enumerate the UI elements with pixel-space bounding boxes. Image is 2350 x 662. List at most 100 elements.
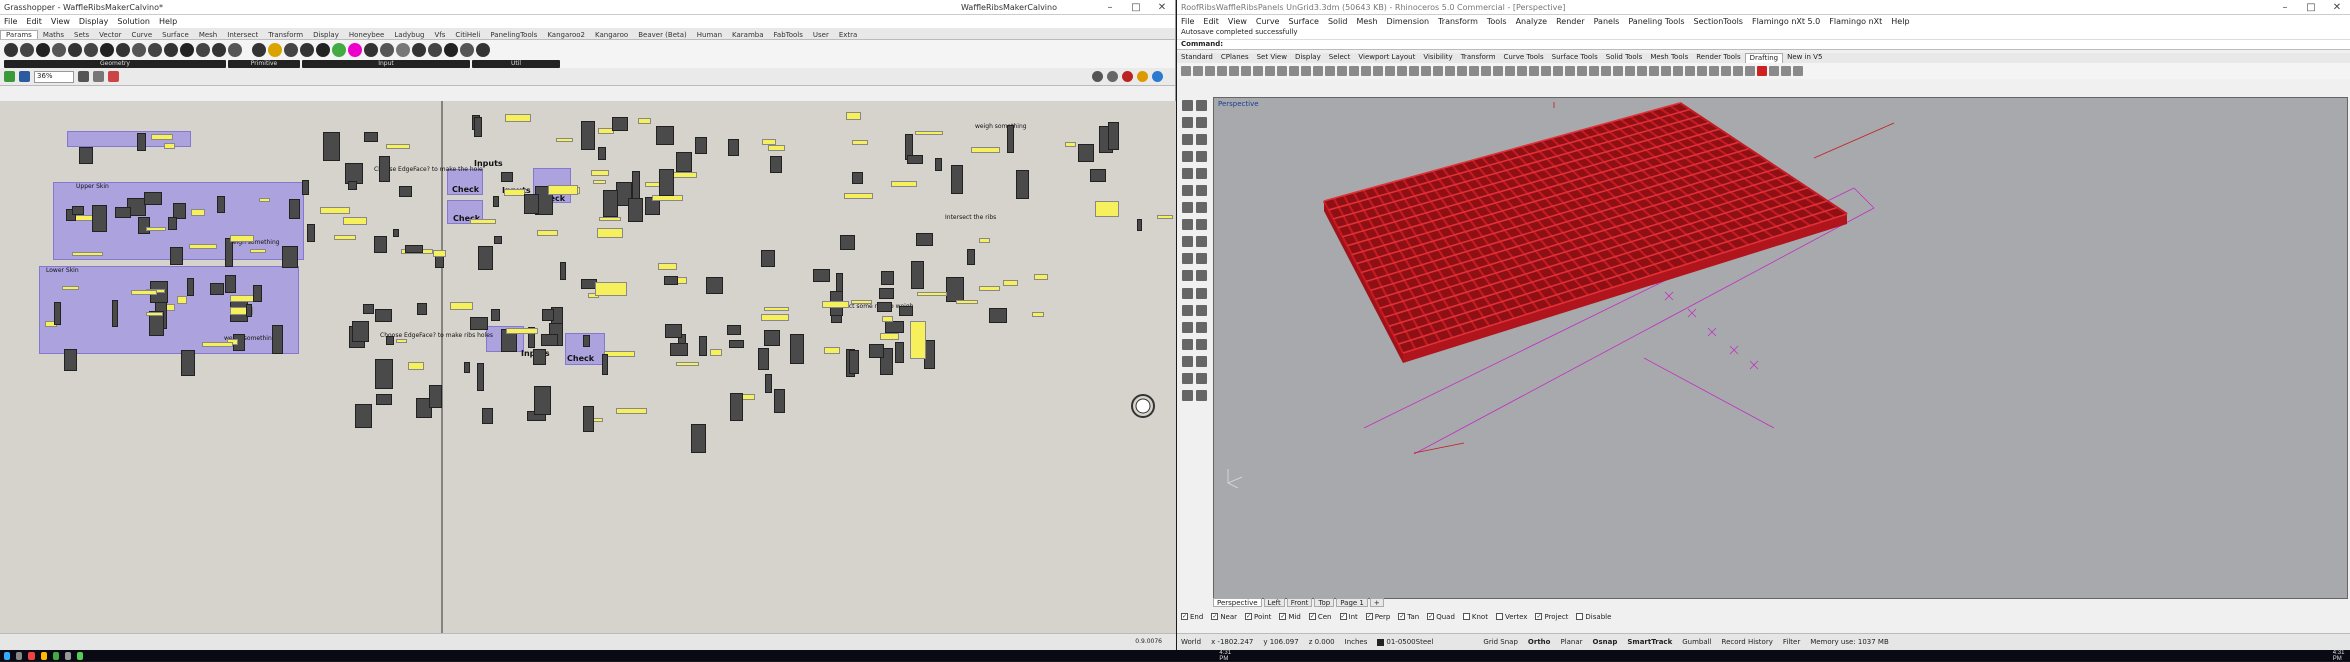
gh-component[interactable] [307,223,315,243]
component-icon[interactable] [228,43,242,57]
number-slider[interactable] [979,286,1000,292]
osnap-mid[interactable]: ✓ Mid [1279,613,1301,621]
gh-component[interactable] [852,172,864,184]
status-osnap[interactable]: Osnap [1593,638,1618,646]
component-icon[interactable] [428,43,442,57]
sidebar-tool-icon[interactable] [1182,117,1193,129]
toolbar-icon[interactable] [1769,66,1779,76]
osnap-vertex[interactable]: Vertex [1495,613,1527,621]
checkbox-icon[interactable]: ✓ [1339,613,1347,620]
toolbar-icon[interactable] [1697,66,1707,76]
component-icon[interactable] [284,43,298,57]
toolbar-icon[interactable] [1373,66,1383,76]
rhino-menu-transform[interactable]: Transform [1438,17,1478,26]
status-units[interactable]: Inches [1345,638,1368,646]
component-icon[interactable] [116,43,130,57]
sidebar-tool-icon[interactable] [1196,219,1207,231]
component-icon[interactable] [444,43,458,57]
rhino-menu-solid[interactable]: Solid [1328,17,1348,26]
rhino-menu-file[interactable]: File [1181,17,1194,26]
number-slider[interactable] [1002,280,1018,287]
gh-component[interactable] [631,170,641,200]
component-icon[interactable] [212,43,226,57]
gh-component[interactable] [1137,218,1143,231]
toolbar-tab-mesh-tools[interactable]: Mesh Tools [1646,53,1692,63]
gh-tab-intersect[interactable]: Intersect [222,31,263,39]
osnap-perp[interactable]: ✓ Perp [1365,613,1390,621]
component-icon[interactable] [68,43,82,57]
sidebar-tool-icon[interactable] [1196,321,1207,333]
gh-component[interactable] [542,309,554,321]
preview-off-icon[interactable] [1092,71,1103,82]
panel[interactable] [597,228,623,238]
gh-component[interactable] [417,303,427,315]
checkbox-icon[interactable]: ✓ [1308,613,1316,620]
number-slider[interactable] [880,332,900,341]
search-icon[interactable] [16,651,23,660]
gh-component[interactable] [675,151,692,173]
gh-component[interactable] [869,343,885,358]
component-icon[interactable] [84,43,98,57]
toolbar-icon[interactable] [1421,66,1431,76]
gh-tab-karamba[interactable]: Karamba [727,31,768,39]
gh-component[interactable] [540,333,559,346]
toolbar-icon[interactable] [1253,66,1263,76]
gh-menu-view[interactable]: View [51,17,70,26]
preview-shaded-icon[interactable] [1122,71,1133,82]
gh-component[interactable] [91,204,108,232]
sidebar-tool-icon[interactable] [1196,253,1207,265]
gh-component[interactable] [137,216,150,235]
gh-component[interactable] [812,268,830,282]
rhino-menu-curve[interactable]: Curve [1256,17,1280,26]
gh-component[interactable] [63,348,77,372]
number-slider[interactable] [764,306,789,311]
gh-component[interactable] [695,136,708,154]
osnap-cen[interactable]: ✓ Cen [1308,613,1332,621]
toolbar-icon[interactable] [1673,66,1683,76]
gh-component[interactable] [476,362,485,392]
toolbar-icon[interactable] [1229,66,1239,76]
gh-component[interactable] [405,245,423,254]
gh-component[interactable] [915,233,933,247]
gh-component[interactable] [655,125,674,146]
sidebar-tool-icon[interactable] [1196,355,1207,367]
status-layer[interactable]: 01-0500Steel [1386,638,1433,646]
gh-component[interactable] [950,165,963,195]
document-preview-icon[interactable] [1152,71,1163,82]
checkbox-icon[interactable]: ✓ [1245,613,1253,620]
sidebar-tool-icon[interactable] [1196,287,1207,299]
toolbar-icon[interactable] [1577,66,1587,76]
number-slider[interactable] [145,311,163,316]
toolbar-icon[interactable] [1721,66,1731,76]
gh-component[interactable] [53,302,62,325]
add-view-icon[interactable]: + [1369,598,1384,607]
minimize-icon[interactable]: – [2272,2,2298,13]
perspective-viewport[interactable]: Perspective [1213,97,2348,599]
toolbar-tab-render-tools[interactable]: Render Tools [1692,53,1744,63]
gh-component[interactable] [770,155,783,173]
toolbar-tab-visibility[interactable]: Visibility [1419,53,1456,63]
view-tab-left[interactable]: Left [1263,598,1285,607]
gh-tab-params[interactable]: Params [0,30,38,39]
number-slider[interactable] [824,347,840,355]
gh-component[interactable] [169,247,183,266]
gh-tab-vfs[interactable]: Vfs [429,31,450,39]
toolbar-icon[interactable] [1613,66,1623,76]
gh-component[interactable] [727,324,742,336]
number-slider[interactable] [851,300,873,305]
rhino-menu-render[interactable]: Render [1556,17,1584,26]
folder-icon[interactable] [40,651,47,660]
component-icon[interactable] [52,43,66,57]
toolbar-icon[interactable] [1757,66,1767,76]
sidebar-tool-icon[interactable] [1196,151,1207,163]
gh-component[interactable] [670,343,688,357]
component-icon[interactable] [164,43,178,57]
gh-component[interactable] [364,131,378,142]
status-gumball[interactable]: Gumball [1682,638,1711,646]
component-icon[interactable] [412,43,426,57]
gh-component[interactable] [765,374,772,393]
gh-menu-display[interactable]: Display [79,17,109,26]
status-ortho[interactable]: Ortho [1528,638,1551,646]
gh-component[interactable] [583,335,590,347]
toolbar-tab-new-in-v5[interactable]: New in V5 [1783,53,1826,63]
